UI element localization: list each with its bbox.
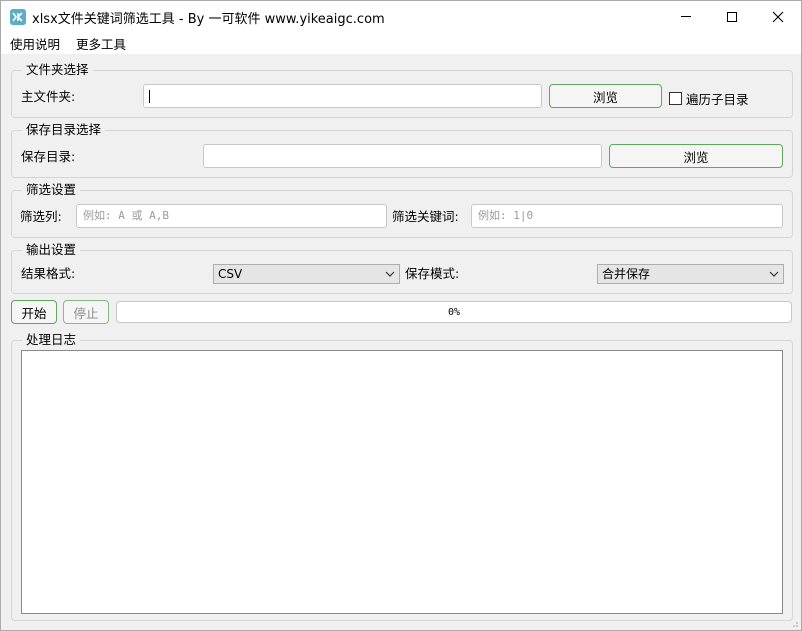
checkbox-box[interactable] [669,92,682,105]
filter-keyword-input[interactable]: 例如: 1|0 [471,204,783,228]
minimize-icon [681,16,691,17]
result-format-select[interactable]: CSV [213,264,400,284]
save-mode-select[interactable]: 合并保存 [597,264,784,284]
chevron-down-icon [769,271,779,277]
folder-group-title: 文件夹选择 [22,62,93,78]
filter-column-label: 筛选列: [20,209,62,224]
folder-select-group: 文件夹选择 主文件夹: 浏览 遍历子目录 [11,62,793,118]
output-settings-group: 输出设置 结果格式: CSV 保存模式: 合并保存 [11,242,793,294]
main-folder-label: 主文件夹: [21,89,76,104]
close-icon [772,11,784,22]
menu-item-help[interactable]: 使用说明 [1,34,68,53]
progress-bar: 0% [116,301,792,323]
filter-column-input[interactable]: 例如: A 或 A,B [76,204,387,228]
maximize-button[interactable] [709,1,755,32]
traverse-subdir-checkbox[interactable]: 遍历子目录 [669,89,749,108]
start-button[interactable]: 开始 [11,300,57,324]
traverse-subdir-label: 遍历子目录 [686,92,749,107]
filter-group-title: 筛选设置 [22,182,81,198]
main-folder-browse-button[interactable]: 浏览 [549,84,662,108]
chevron-down-icon [385,271,395,277]
result-format-label: 结果格式: [21,266,76,281]
save-dir-label: 保存目录: [21,149,76,164]
result-format-value: CSV [218,267,243,281]
resize-grip-icon[interactable] [789,618,799,628]
menu-bar: 使用说明 更多工具 [1,32,801,54]
maximize-icon [727,11,737,22]
output-group-title: 输出设置 [22,242,81,258]
log-group-title: 处理日志 [22,332,81,348]
log-textarea[interactable] [21,350,783,614]
window-title: xlsx文件关键词筛选工具 - By 一可软件 www.yikeaigc.com [32,12,385,27]
close-button[interactable] [755,1,801,32]
progress-text: 0% [447,306,461,318]
log-group: 处理日志 [11,332,793,621]
save-group-title: 保存目录选择 [22,122,106,138]
filter-keyword-label: 筛选关键词: [392,209,459,224]
title-bar[interactable]: xlsx文件关键词筛选工具 - By 一可软件 www.yikeaigc.com [1,1,801,32]
save-mode-value: 合并保存 [602,267,651,281]
main-folder-input[interactable] [143,84,542,108]
app-window: xlsx文件关键词筛选工具 - By 一可软件 www.yikeaigc.com… [0,0,802,631]
menu-item-more-tools[interactable]: 更多工具 [68,34,134,53]
save-dir-group: 保存目录选择 保存目录: 浏览 [11,122,793,178]
text-caret [149,89,150,103]
app-logo-graphic [10,9,26,25]
save-dir-input[interactable] [203,144,602,168]
minimize-button[interactable] [663,1,709,32]
stop-button[interactable]: 停止 [63,300,109,324]
save-dir-browse-button[interactable]: 浏览 [609,144,783,168]
save-mode-label: 保存模式: [405,266,460,281]
filter-settings-group: 筛选设置 筛选列: 例如: A 或 A,B 筛选关键词: 例如: 1|0 [11,182,793,238]
app-icon [10,9,26,25]
